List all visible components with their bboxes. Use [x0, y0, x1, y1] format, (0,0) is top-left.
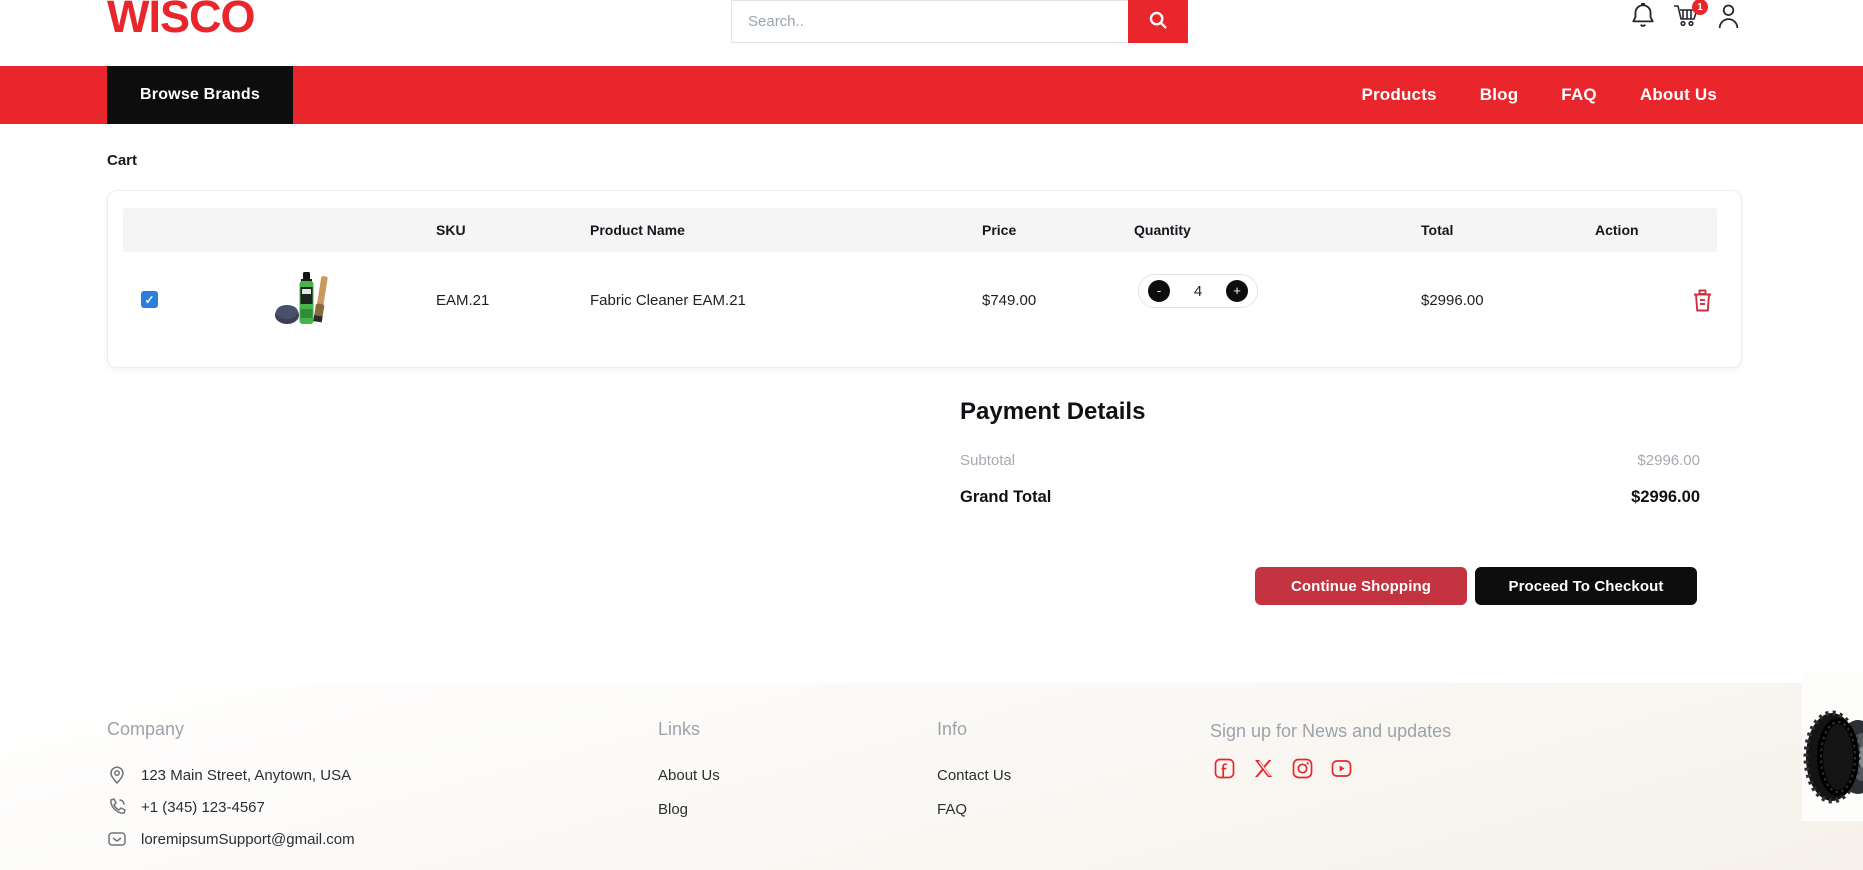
search-icon	[1147, 9, 1169, 34]
x-twitter-icon[interactable]	[1253, 758, 1274, 779]
location-pin-icon	[107, 765, 127, 785]
payment-details-title: Payment Details	[960, 398, 1145, 426]
envelope-icon	[107, 829, 127, 849]
footer-link-faq[interactable]: FAQ	[937, 801, 967, 818]
continue-shopping-button[interactable]: Continue Shopping	[1255, 567, 1467, 605]
nav-link-products[interactable]: Products	[1361, 85, 1436, 105]
cart-button[interactable]: 1	[1672, 2, 1698, 30]
newsletter-title: Sign up for News and updates	[1210, 721, 1451, 742]
cart-table-header: SKU Product Name Price Quantity Total Ac…	[123, 208, 1717, 252]
grand-total-label: Grand Total	[960, 488, 1051, 507]
browse-brands-button[interactable]: Browse Brands	[107, 66, 293, 124]
column-qty: Quantity	[1134, 222, 1191, 238]
product-image	[274, 268, 330, 328]
column-sku: SKU	[436, 222, 466, 238]
footer-info-title: Info	[937, 719, 967, 740]
search-bar	[731, 0, 1188, 43]
delete-item-button[interactable]	[1691, 289, 1713, 313]
footer-links-title: Links	[658, 719, 700, 740]
footer-link-blog[interactable]: Blog	[658, 801, 688, 818]
trash-icon	[1692, 301, 1713, 316]
nav-link-about-us[interactable]: About Us	[1640, 85, 1717, 105]
cart-section-title: Cart	[107, 152, 137, 169]
social-icons	[1214, 758, 1352, 779]
page: WISCO 1	[0, 0, 1863, 870]
footer: Company 123 Main Street, Anytown, USA +1…	[0, 683, 1863, 870]
subtotal-value: $2996.00	[1637, 452, 1700, 469]
cell-total: $2996.00	[1421, 292, 1484, 309]
cart-icon	[1672, 15, 1700, 32]
grand-total-value: $2996.00	[1631, 488, 1700, 507]
bell-icon[interactable]	[1630, 2, 1656, 30]
column-action: Action	[1595, 222, 1639, 238]
youtube-icon[interactable]	[1331, 758, 1352, 779]
quantity-increase-button[interactable]: +	[1226, 280, 1248, 302]
search-button[interactable]	[1128, 0, 1188, 43]
main-navbar: Browse Brands Products Blog FAQ About Us	[0, 66, 1863, 124]
quantity-value: 4	[1194, 283, 1202, 300]
column-total: Total	[1421, 222, 1453, 238]
column-price: Price	[982, 222, 1016, 238]
row-checkbox[interactable]: ✓	[141, 291, 158, 308]
footer-email-text: loremipsumSupport@gmail.com	[141, 831, 355, 848]
instagram-icon[interactable]	[1292, 758, 1313, 779]
tire-suspension-image	[1802, 671, 1863, 821]
footer-address-text: 123 Main Street, Anytown, USA	[141, 767, 351, 784]
proceed-to-checkout-button[interactable]: Proceed To Checkout	[1475, 567, 1697, 605]
search-input[interactable]	[731, 0, 1128, 43]
quantity-stepper: - 4 +	[1138, 274, 1258, 308]
user-icon[interactable]	[1716, 2, 1742, 30]
quantity-decrease-button[interactable]: -	[1148, 280, 1170, 302]
cell-sku: EAM.21	[436, 292, 489, 309]
footer-address: 123 Main Street, Anytown, USA	[107, 765, 351, 785]
cell-price: $749.00	[982, 292, 1036, 309]
subtotal-label: Subtotal	[960, 452, 1015, 469]
footer-link-about-us[interactable]: About Us	[658, 767, 720, 784]
facebook-icon[interactable]	[1214, 758, 1235, 779]
footer-link-contact-us[interactable]: Contact Us	[937, 767, 1011, 784]
nav-link-blog[interactable]: Blog	[1480, 85, 1519, 105]
footer-phone-text: +1 (345) 123-4567	[141, 799, 265, 816]
nav-link-faq[interactable]: FAQ	[1561, 85, 1597, 105]
column-product: Product Name	[590, 222, 685, 238]
nav-links: Products Blog FAQ About Us	[1361, 66, 1717, 124]
footer-company-title: Company	[107, 719, 184, 740]
footer-email: loremipsumSupport@gmail.com	[107, 829, 355, 849]
phone-icon	[107, 797, 127, 817]
brand-logo[interactable]: WISCO	[107, 0, 255, 43]
footer-phone: +1 (345) 123-4567	[107, 797, 265, 817]
cart-count-badge: 1	[1692, 0, 1708, 15]
cell-name: Fabric Cleaner EAM.21	[590, 292, 746, 309]
